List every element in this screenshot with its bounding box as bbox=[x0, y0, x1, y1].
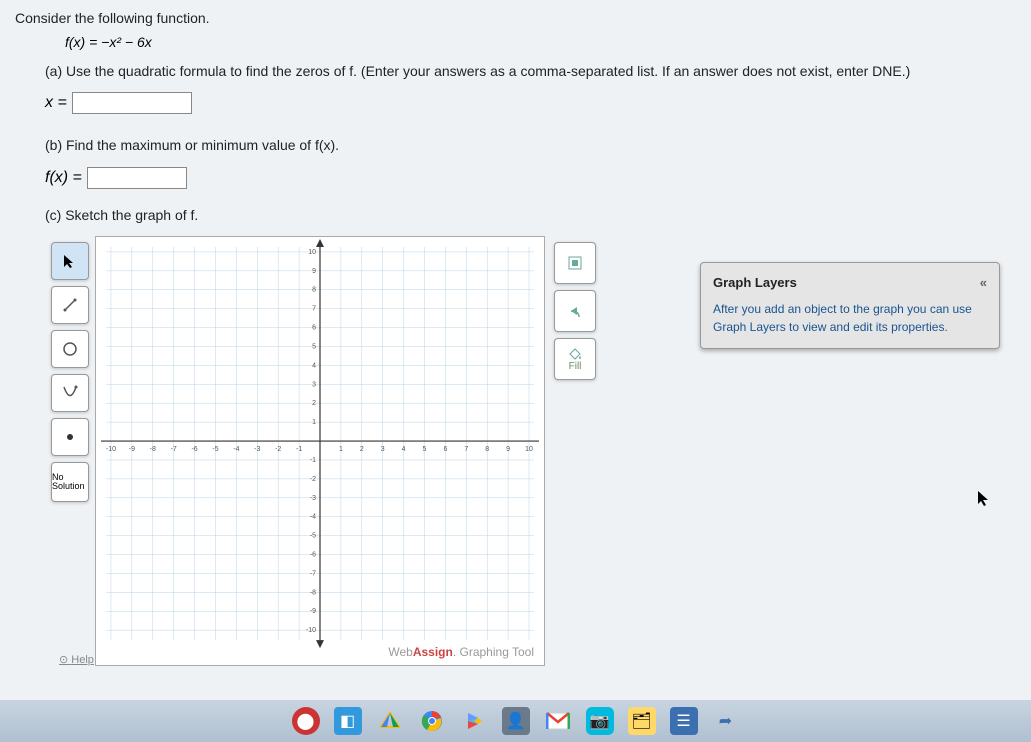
svg-text:-1: -1 bbox=[296, 446, 302, 453]
svg-text:-6: -6 bbox=[191, 446, 197, 453]
svg-text:-4: -4 bbox=[233, 446, 239, 453]
question-intro: Consider the following function. bbox=[15, 10, 1016, 26]
svg-text:-9: -9 bbox=[129, 446, 135, 453]
svg-text:7: 7 bbox=[312, 306, 316, 313]
taskbar-share-icon[interactable]: ➦ bbox=[712, 707, 740, 735]
svg-text:-2: -2 bbox=[275, 446, 281, 453]
taskbar-contact-icon[interactable]: 👤 bbox=[502, 707, 530, 735]
svg-text:6: 6 bbox=[312, 325, 316, 332]
layers-title: Graph Layers bbox=[713, 275, 797, 290]
no-solution-label: No Solution bbox=[52, 473, 88, 491]
taskbar-notes-icon[interactable]: ☰ bbox=[670, 707, 698, 735]
svg-text:10: 10 bbox=[525, 446, 533, 453]
zoom-button[interactable] bbox=[554, 242, 596, 284]
cursor-icon bbox=[977, 490, 991, 513]
svg-text:-1: -1 bbox=[310, 457, 316, 464]
svg-text:-8: -8 bbox=[150, 446, 156, 453]
svg-text:-10: -10 bbox=[306, 627, 316, 634]
svg-text:9: 9 bbox=[506, 446, 510, 453]
line-tool[interactable] bbox=[51, 286, 89, 324]
bucket-icon bbox=[568, 347, 582, 361]
svg-text:4: 4 bbox=[312, 363, 316, 370]
svg-text:6: 6 bbox=[443, 446, 447, 453]
fill-label: Fill bbox=[569, 361, 582, 372]
layers-body: After you add an object to the graph you… bbox=[713, 300, 987, 336]
question-formula: f(x) = −x² − 6x bbox=[65, 34, 1016, 50]
taskbar-play-icon[interactable] bbox=[460, 707, 488, 735]
svg-text:4: 4 bbox=[402, 446, 406, 453]
circle-tool[interactable] bbox=[51, 330, 89, 368]
svg-text:-7: -7 bbox=[310, 571, 316, 578]
right-tools: Fill bbox=[545, 236, 605, 666]
svg-text:9: 9 bbox=[312, 268, 316, 275]
svg-text:10: 10 bbox=[308, 249, 316, 256]
svg-text:3: 3 bbox=[381, 446, 385, 453]
taskbar: ⬤ ◧ 👤 📷 🗂 ☰ ➦ bbox=[0, 700, 1031, 742]
graph-layers-panel: Graph Layers « After you add an object t… bbox=[700, 262, 1000, 349]
taskbar-record-icon[interactable]: ⬤ bbox=[292, 707, 320, 735]
watermark-bold: Assign bbox=[413, 645, 453, 659]
part-a-prefix: x = bbox=[45, 94, 67, 112]
svg-text:-6: -6 bbox=[310, 552, 316, 559]
graph-tool-sidebar: No Solution bbox=[45, 236, 95, 666]
svg-text:-4: -4 bbox=[310, 514, 316, 521]
part-c-text: (c) Sketch the graph of f. bbox=[45, 204, 1016, 226]
part-a-input[interactable] bbox=[72, 92, 192, 114]
svg-text:8: 8 bbox=[312, 287, 316, 294]
parabola-tool[interactable] bbox=[51, 374, 89, 412]
svg-text:1: 1 bbox=[312, 419, 316, 426]
taskbar-gmail-icon[interactable] bbox=[544, 707, 572, 735]
grid-svg: -10 -9 -8 -7 -6 -5 -4 -3 -2 -1 1 2 3 4 5 6 7 8 9 10 -10 -9 -8 -… bbox=[96, 237, 544, 665]
svg-text:7: 7 bbox=[464, 446, 468, 453]
svg-text:8: 8 bbox=[485, 446, 489, 453]
fill-button[interactable]: Fill bbox=[554, 338, 596, 380]
svg-text:-7: -7 bbox=[171, 446, 177, 453]
svg-text:5: 5 bbox=[423, 446, 427, 453]
svg-text:-5: -5 bbox=[212, 446, 218, 453]
svg-text:-3: -3 bbox=[254, 446, 260, 453]
svg-text:2: 2 bbox=[312, 400, 316, 407]
svg-text:-9: -9 bbox=[310, 608, 316, 615]
taskbar-drive-icon[interactable] bbox=[376, 707, 404, 735]
svg-text:1: 1 bbox=[339, 446, 343, 453]
svg-text:-5: -5 bbox=[310, 533, 316, 540]
undo-button[interactable] bbox=[554, 290, 596, 332]
taskbar-explorer-icon[interactable]: 🗂 bbox=[628, 707, 656, 735]
graph-canvas[interactable]: -10 -9 -8 -7 -6 -5 -4 -3 -2 -1 1 2 3 4 5 6 7 8 9 10 -10 -9 -8 -… bbox=[95, 236, 545, 666]
part-b-input[interactable] bbox=[87, 167, 187, 189]
point-tool[interactable] bbox=[51, 418, 89, 456]
taskbar-chrome-icon[interactable] bbox=[418, 707, 446, 735]
part-b-prefix: f(x) = bbox=[45, 169, 82, 187]
svg-text:-10: -10 bbox=[106, 446, 116, 453]
watermark-suffix: . Graphing Tool bbox=[453, 645, 534, 659]
help-link[interactable]: ⊙ Help bbox=[59, 653, 94, 666]
collapse-button[interactable]: « bbox=[980, 275, 987, 290]
taskbar-camera-icon[interactable]: ◧ bbox=[334, 707, 362, 735]
svg-text:-3: -3 bbox=[310, 495, 316, 502]
watermark-prefix: Web bbox=[388, 645, 412, 659]
svg-text:-2: -2 bbox=[310, 476, 316, 483]
pointer-tool[interactable] bbox=[51, 242, 89, 280]
svg-text:2: 2 bbox=[360, 446, 364, 453]
part-b-text: (b) Find the maximum or minimum value of… bbox=[45, 134, 1016, 156]
help-label: Help bbox=[71, 654, 94, 666]
svg-text:-8: -8 bbox=[310, 590, 316, 597]
svg-text:3: 3 bbox=[312, 381, 316, 388]
no-solution-tool[interactable]: No Solution bbox=[51, 462, 89, 502]
svg-text:5: 5 bbox=[312, 344, 316, 351]
part-a-text: (a) Use the quadratic formula to find th… bbox=[45, 60, 1016, 82]
taskbar-camera2-icon[interactable]: 📷 bbox=[586, 707, 614, 735]
watermark: WebAssign. Graphing Tool bbox=[388, 645, 534, 659]
